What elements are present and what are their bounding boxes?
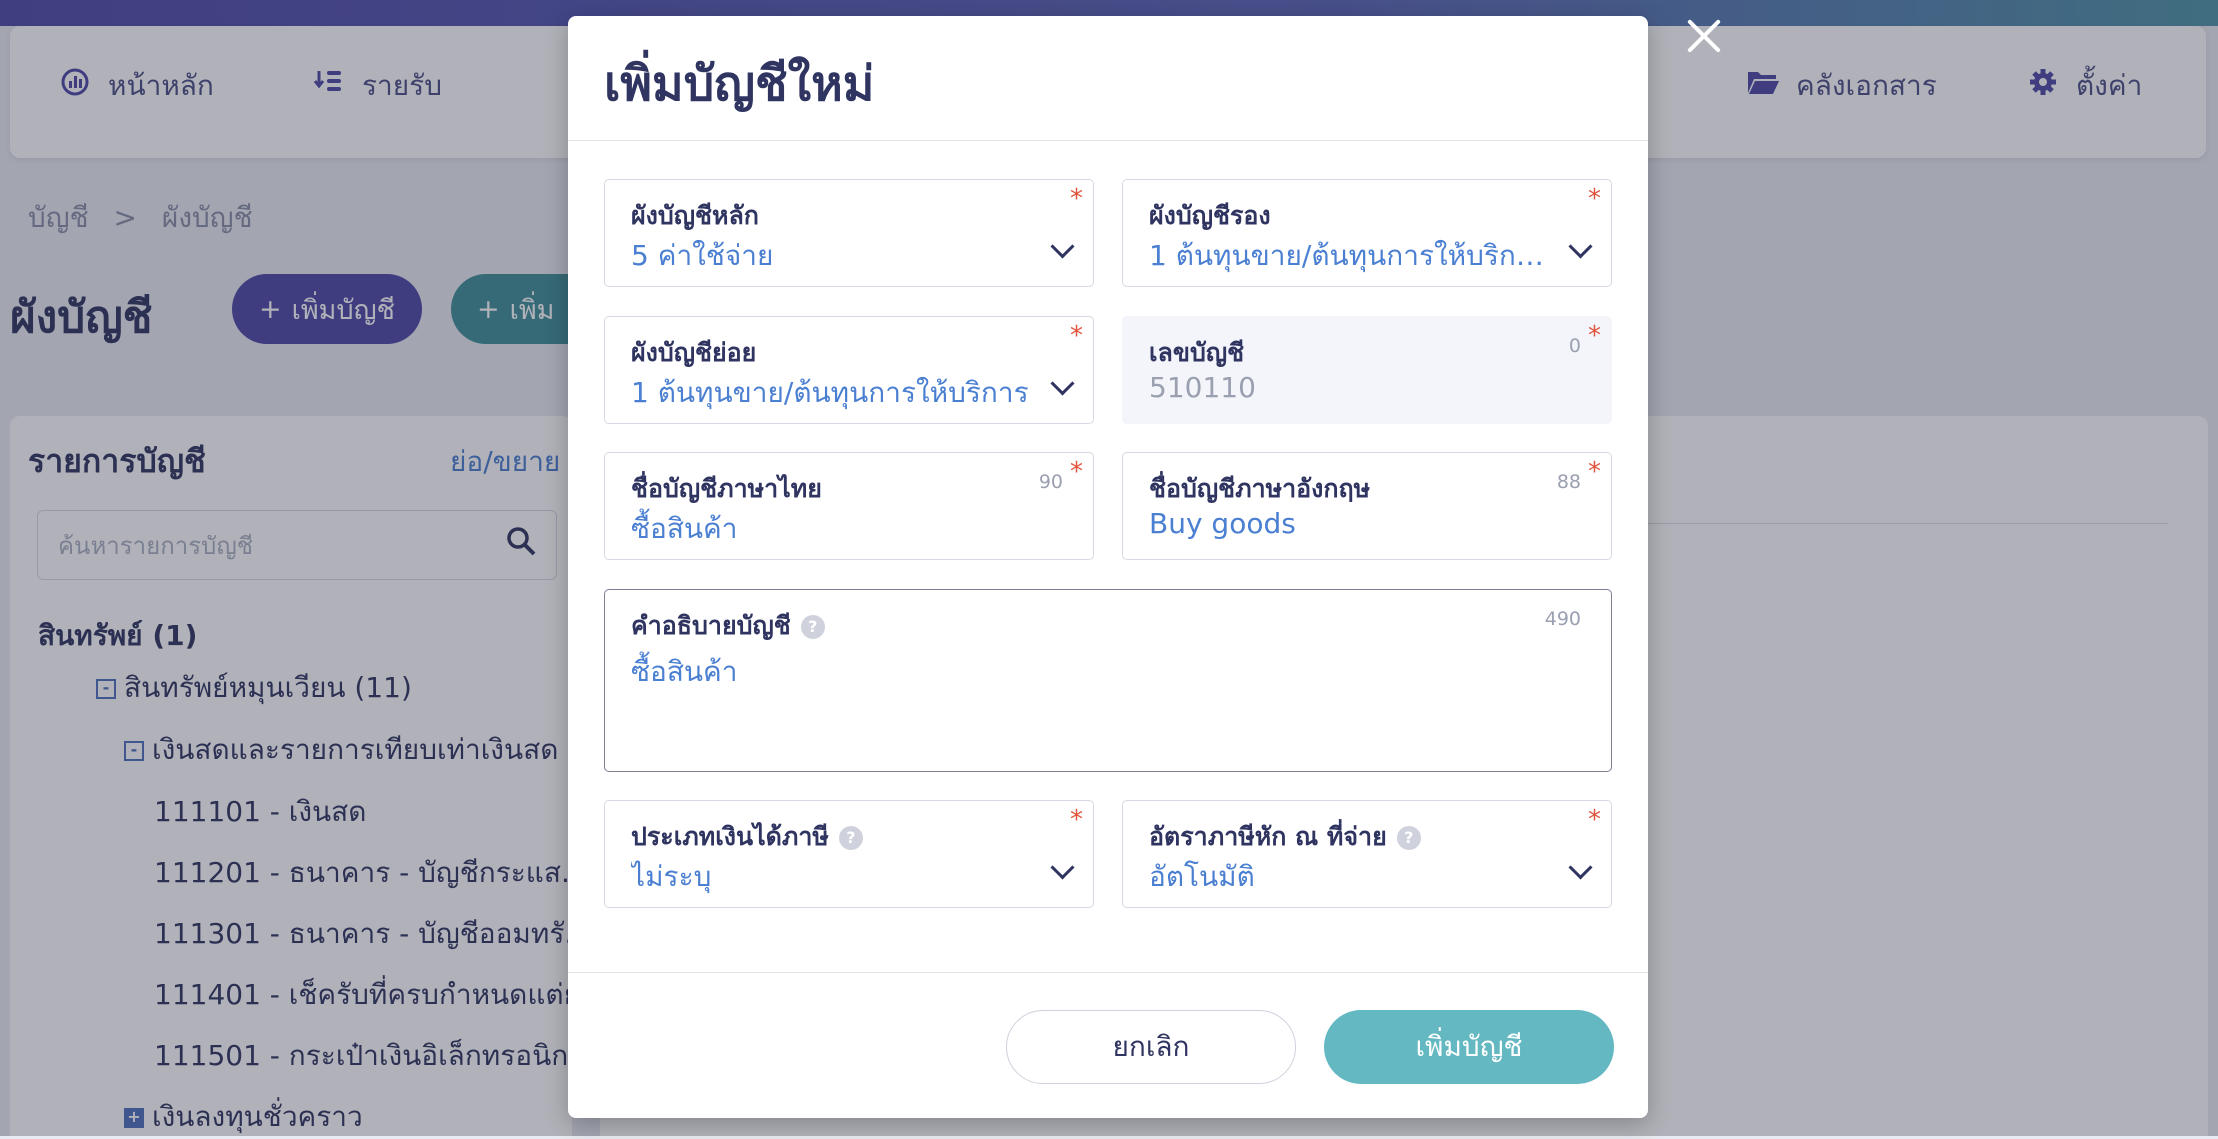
- required-mark: *: [1588, 321, 1601, 351]
- submit-add-account-button[interactable]: เพิ่มบัญชี: [1324, 1010, 1614, 1084]
- field-value: ไม่ระบุ: [631, 860, 712, 893]
- income-type-select[interactable]: ประเภทเงินได้ภาษี? ไม่ระบุ *: [604, 800, 1094, 908]
- cancel-button[interactable]: ยกเลิก: [1006, 1010, 1296, 1084]
- field-value: ซื้อสินค้า: [631, 655, 738, 688]
- withholding-rate-select[interactable]: อัตราภาษีหัก ณ ที่จ่าย? อัตโนมัติ *: [1122, 800, 1612, 908]
- name-th-input[interactable]: ชื่อบัญชีภาษาไทย ซื้อสินค้า 90 *: [604, 452, 1094, 560]
- field-value: อัตโนมัติ: [1149, 860, 1255, 893]
- field-value: 1 ต้นทุนขาย/ต้นทุนการให้บริการ...: [1149, 239, 1549, 272]
- description-textarea[interactable]: คำอธิบายบัญชี? ซื้อสินค้า 490: [604, 589, 1612, 772]
- help-icon[interactable]: ?: [800, 615, 825, 639]
- field-label: ชื่อบัญชีภาษาไทย: [631, 474, 822, 503]
- chevron-down-icon: [1568, 855, 1593, 880]
- char-counter: 90: [1038, 471, 1063, 493]
- help-icon[interactable]: ?: [838, 826, 863, 850]
- required-mark: *: [1588, 805, 1601, 835]
- chevron-down-icon: [1050, 234, 1075, 259]
- field-label: คำอธิบายบัญชี?: [631, 606, 825, 646]
- add-account-modal: เพิ่มบัญชีใหม่ ผังบัญชีหลัก 5 ค่าใช้จ่าย…: [568, 16, 1648, 1118]
- chevron-down-icon: [1050, 371, 1075, 396]
- field-value: 510110: [1149, 371, 1256, 404]
- sub-chart-select[interactable]: ผังบัญชีรอง 1 ต้นทุนขาย/ต้นทุนการให้บริก…: [1122, 179, 1612, 287]
- required-mark: *: [1070, 184, 1083, 214]
- field-value: Buy goods: [1149, 507, 1296, 540]
- required-mark: *: [1070, 805, 1083, 835]
- required-mark: *: [1070, 321, 1083, 351]
- field-label: ชื่อบัญชีภาษาอังกฤษ: [1149, 474, 1371, 503]
- required-mark: *: [1588, 457, 1601, 487]
- close-icon[interactable]: [1680, 12, 1726, 58]
- field-label: เลขบัญชี: [1149, 338, 1245, 367]
- chevron-down-icon: [1568, 234, 1593, 259]
- chevron-down-icon: [1050, 855, 1075, 880]
- help-icon[interactable]: ?: [1396, 826, 1421, 850]
- field-label: อัตราภาษีหัก ณ ที่จ่าย?: [1149, 817, 1421, 857]
- modal-header-divider: [568, 140, 1648, 141]
- field-label: ผังบัญชีรอง: [1149, 201, 1271, 230]
- field-label: ประเภทเงินได้ภาษี?: [631, 817, 863, 857]
- field-label: ผังบัญชีย่อย: [631, 338, 757, 367]
- field-value: ซื้อสินค้า: [631, 512, 738, 545]
- field-label: ผังบัญชีหลัก: [631, 201, 759, 230]
- name-en-input[interactable]: ชื่อบัญชีภาษาอังกฤษ Buy goods 88 *: [1122, 452, 1612, 560]
- minor-chart-select[interactable]: ผังบัญชีย่อย 1 ต้นทุนขาย/ต้นทุนการให้บริ…: [604, 316, 1094, 424]
- account-number-field: เลขบัญชี 510110 0 *: [1122, 316, 1612, 424]
- field-value: 5 ค่าใช้จ่าย: [631, 239, 774, 272]
- char-counter: 490: [1544, 608, 1581, 630]
- required-mark: *: [1588, 184, 1601, 214]
- char-counter: 88: [1556, 471, 1581, 493]
- main-chart-select[interactable]: ผังบัญชีหลัก 5 ค่าใช้จ่าย *: [604, 179, 1094, 287]
- field-value: 1 ต้นทุนขาย/ต้นทุนการให้บริการ: [631, 376, 1029, 409]
- modal-footer-divider: [568, 972, 1648, 973]
- required-mark: *: [1070, 457, 1083, 487]
- modal-title: เพิ่มบัญชีใหม่: [604, 56, 875, 112]
- char-counter: 0: [1568, 335, 1581, 357]
